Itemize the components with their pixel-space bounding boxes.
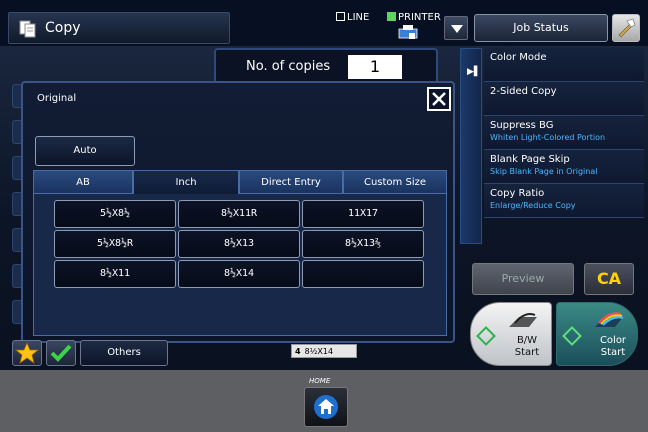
size-button[interactable]: 8½X13 xyxy=(178,230,300,258)
function-sublabel: Skip Blank Page in Original xyxy=(490,167,598,176)
job-status-button[interactable]: Job Status xyxy=(474,14,608,42)
original-size-dialog: Original Auto AB Inch Direct Entry Custo… xyxy=(21,81,455,343)
printer-indicator: PRINTER xyxy=(387,12,441,23)
line-checkbox-icon xyxy=(336,12,345,21)
tray-size: 8½X14 xyxy=(304,347,334,356)
line-label: LINE xyxy=(347,12,370,23)
color-start-label: Color Start xyxy=(591,335,635,359)
size-button[interactable]: 5½X8½R xyxy=(54,230,176,258)
function-label: Suppress BG xyxy=(490,120,554,131)
function-suppress-bg[interactable]: Suppress BG Whiten Light-Colored Portion xyxy=(484,116,644,150)
copies-value[interactable]: 1 xyxy=(348,55,402,79)
tab-ab[interactable]: AB xyxy=(33,170,133,194)
function-copy-ratio[interactable]: Copy Ratio Enlarge/Reduce Copy xyxy=(484,184,644,218)
color-start-line1: Color xyxy=(599,335,627,346)
tab-inch[interactable]: Inch xyxy=(133,170,239,194)
tab-direct-entry[interactable]: Direct Entry xyxy=(239,170,343,194)
play-pause-icon: ▶▌ xyxy=(467,67,481,77)
size-tabs: AB Inch Direct Entry Custom Size xyxy=(33,170,447,194)
color-start-line2: Start xyxy=(600,347,626,358)
line-indicator: LINE xyxy=(336,12,369,23)
check-button[interactable] xyxy=(46,340,76,366)
home-button[interactable] xyxy=(304,387,348,427)
bw-copy-icon xyxy=(509,313,537,327)
home-label: HOME xyxy=(309,377,331,385)
printer-status-icon xyxy=(387,12,396,21)
auto-button[interactable]: Auto xyxy=(35,136,135,166)
others-button[interactable]: Others xyxy=(80,340,168,366)
mode-tab[interactable]: Copy xyxy=(8,12,230,44)
paper-tray-indicator: 4 8½X14 xyxy=(291,344,357,358)
tray-number: 4 xyxy=(295,347,301,356)
bw-start-button[interactable]: B/W Start xyxy=(470,302,552,366)
copies-label: No. of copies xyxy=(246,59,331,74)
size-button-empty[interactable] xyxy=(302,260,424,288)
tab-custom-size[interactable]: Custom Size xyxy=(343,170,447,194)
copy-icon xyxy=(19,20,36,38)
preview-button[interactable]: Preview xyxy=(472,263,574,295)
wrench-pen-icon xyxy=(618,18,636,38)
status-dropdown-button[interactable] xyxy=(444,16,468,40)
bw-start-line1: B/W xyxy=(516,335,538,346)
function-label: Blank Page Skip xyxy=(490,154,570,165)
touch-screen: Copy LINE PRINTER Job Status No. of copi… xyxy=(0,0,648,370)
favorite-button[interactable] xyxy=(12,340,42,366)
size-button[interactable]: 8½X11 xyxy=(54,260,176,288)
size-button[interactable]: 8½X11R xyxy=(178,200,300,228)
function-label: Color Mode xyxy=(490,52,547,63)
size-button[interactable]: 5½X8½ xyxy=(54,200,176,228)
printer-label: PRINTER xyxy=(398,12,441,23)
function-2-sided-copy[interactable]: 2-Sided Copy xyxy=(484,82,644,116)
function-sublabel: Enlarge/Reduce Copy xyxy=(490,201,576,210)
close-icon xyxy=(432,92,446,106)
color-start-button[interactable]: Color Start xyxy=(556,302,638,366)
start-diamond-icon xyxy=(476,326,496,346)
dialog-title: Original xyxy=(37,93,77,104)
printer-icon xyxy=(398,25,418,39)
bw-start-line2: Start xyxy=(514,347,540,358)
start-diamond-icon xyxy=(562,326,582,346)
checkmark-icon xyxy=(50,344,72,362)
function-color-mode[interactable]: Color Mode xyxy=(484,48,644,82)
mode-label: Copy xyxy=(45,20,81,36)
settings-button[interactable] xyxy=(612,14,640,42)
color-copy-icon xyxy=(595,312,624,327)
function-label: Copy Ratio xyxy=(490,188,545,199)
close-button[interactable] xyxy=(427,87,451,111)
top-bar: Copy LINE PRINTER Job Status xyxy=(0,0,648,46)
function-sublabel: Whiten Light-Colored Portion xyxy=(490,133,606,142)
bw-start-label: B/W Start xyxy=(505,335,549,359)
clear-all-button[interactable]: CA xyxy=(584,263,634,295)
star-icon xyxy=(14,341,40,364)
copies-box[interactable]: No. of copies 1 xyxy=(214,48,438,84)
home-icon xyxy=(314,395,338,419)
size-button[interactable]: 8½X14 xyxy=(178,260,300,288)
panel-toggle-tab[interactable]: ▶▌ xyxy=(460,48,482,244)
function-list: Color Mode 2-Sided Copy Suppress BG White… xyxy=(484,48,644,218)
size-button[interactable]: 11X17 xyxy=(302,200,424,228)
function-label: 2-Sided Copy xyxy=(490,86,557,97)
function-blank-page-skip[interactable]: Blank Page Skip Skip Blank Page in Origin… xyxy=(484,150,644,184)
function-panel: ▶▌ Color Mode 2-Sided Copy Suppress BG Wh… xyxy=(460,48,644,244)
chevron-down-icon xyxy=(451,25,463,33)
size-button[interactable]: 8½X13⅖ xyxy=(302,230,424,258)
size-grid: 5½X8½ 8½X11R 11X17 5½X8½R 8½X13 8½X13⅖ 8… xyxy=(33,194,447,336)
